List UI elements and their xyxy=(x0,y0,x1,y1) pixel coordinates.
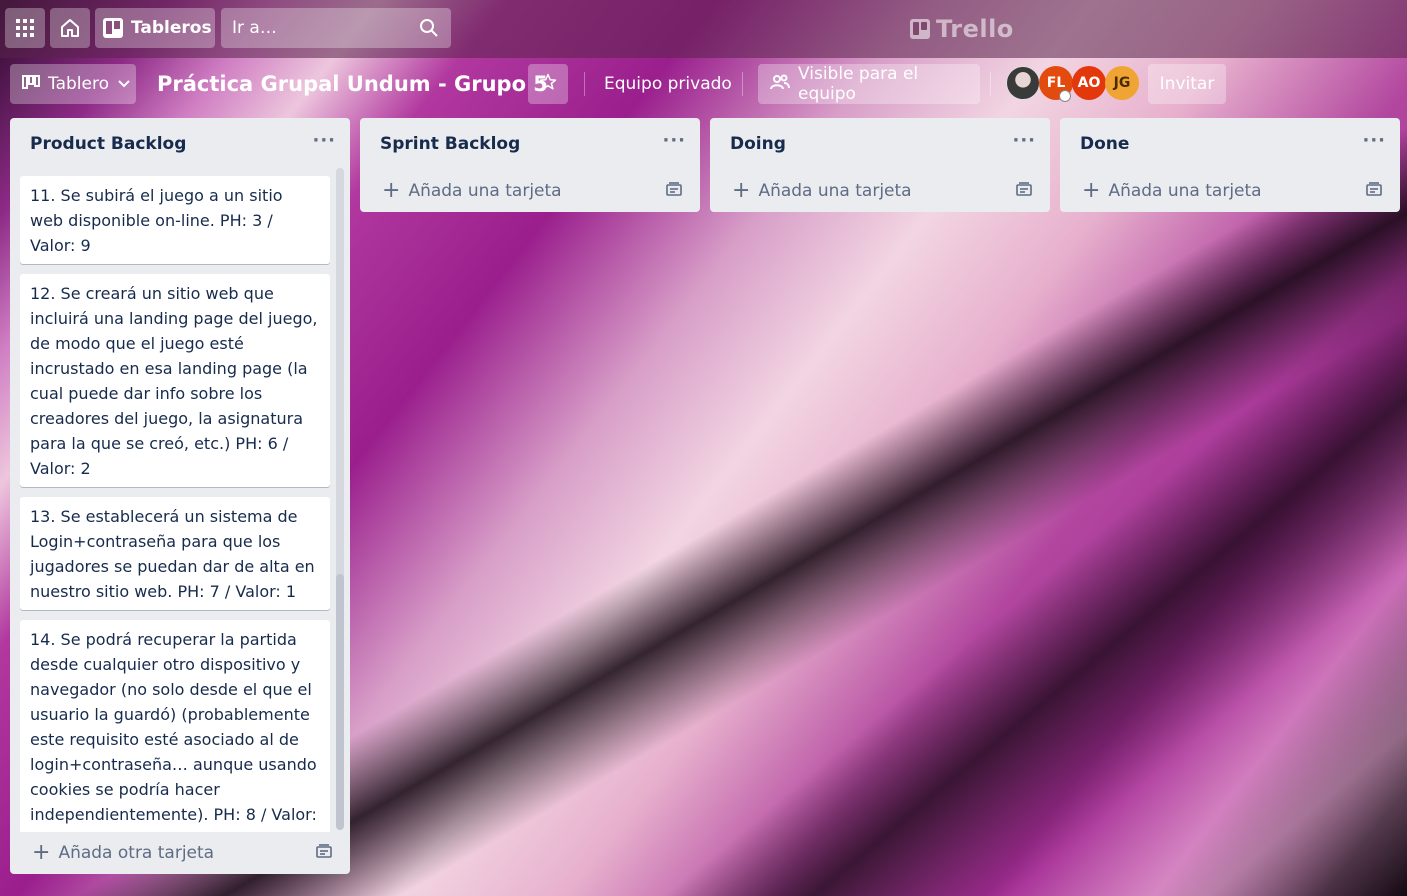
team-visibility-icon xyxy=(770,73,790,96)
team-button[interactable]: Equipo privado xyxy=(604,64,732,104)
add-card-button[interactable]: + Añada una tarjeta xyxy=(1082,180,1262,202)
card-template-icon[interactable] xyxy=(666,181,682,201)
home-icon xyxy=(60,18,80,38)
card-template-icon[interactable] xyxy=(316,843,332,863)
add-card-button[interactable]: + Añada otra tarjeta xyxy=(32,842,214,864)
list-product-backlog: Product Backlog ··· 11. Se subirá el jue… xyxy=(10,118,350,874)
list-sprint-backlog: Sprint Backlog ··· + Añada una tarjeta xyxy=(360,118,700,212)
scrollbar[interactable] xyxy=(336,168,344,830)
plus-icon: + xyxy=(1082,178,1101,203)
list-footer: + Añada una tarjeta xyxy=(360,170,700,212)
boards-button[interactable]: Tableros xyxy=(95,8,215,48)
visibility-label: Visible para el equipo xyxy=(798,64,919,104)
list-menu-button[interactable]: ··· xyxy=(1362,130,1386,151)
home-button[interactable] xyxy=(50,8,90,48)
plus-icon: + xyxy=(32,840,51,865)
search-input[interactable]: Ir a… xyxy=(221,8,451,48)
list-title[interactable]: Done xyxy=(1080,134,1129,154)
board-view-switcher[interactable]: Tablero xyxy=(10,64,136,104)
apps-button[interactable] xyxy=(5,8,45,48)
plus-icon: + xyxy=(382,178,401,203)
board-view-label: Tablero xyxy=(48,74,109,94)
board-icon xyxy=(103,18,123,38)
star-icon xyxy=(539,73,557,96)
card[interactable]: 11. Se subirá el juego a un sitio web di… xyxy=(20,176,330,264)
scrollbar-thumb[interactable] xyxy=(336,574,344,830)
list-title[interactable]: Sprint Backlog xyxy=(380,134,520,154)
card[interactable]: 12. Se creará un sitio web que incluirá … xyxy=(20,274,330,487)
list-done: Done ··· + Añada una tarjeta xyxy=(1060,118,1400,212)
card-list: 11. Se subirá el juego a un sitio web di… xyxy=(10,170,350,832)
list-doing: Doing ··· + Añada una tarjeta xyxy=(710,118,1050,212)
board-title[interactable]: Práctica Grupal Undum - Grupo 5 xyxy=(157,64,548,104)
list-footer: + Añada otra tarjeta xyxy=(10,832,350,874)
divider xyxy=(990,72,991,96)
add-card-label: Añada una tarjeta xyxy=(1108,181,1262,201)
boards-label: Tableros xyxy=(131,18,212,38)
list-title[interactable]: Doing xyxy=(730,134,786,154)
card[interactable]: 13. Se establecerá un sistema de Login+c… xyxy=(20,497,330,610)
list-menu-button[interactable]: ··· xyxy=(1012,130,1036,151)
plus-icon: + xyxy=(732,178,751,203)
chevron-down-icon xyxy=(117,74,131,94)
list-header: Doing ··· xyxy=(710,118,1050,170)
board-members: FL AO JG xyxy=(1006,66,1139,102)
list-footer: + Añada una tarjeta xyxy=(710,170,1050,212)
divider xyxy=(584,72,585,96)
add-card-label: Añada una tarjeta xyxy=(758,181,912,201)
invite-button[interactable]: Invitar xyxy=(1148,64,1226,104)
list-menu-button[interactable]: ··· xyxy=(662,130,686,151)
board-view-icon xyxy=(22,74,40,94)
list-title[interactable]: Product Backlog xyxy=(30,134,186,154)
add-card-button[interactable]: + Añada una tarjeta xyxy=(732,180,912,202)
divider xyxy=(742,72,743,96)
list-menu-button[interactable]: ··· xyxy=(312,130,336,151)
grid-icon xyxy=(16,19,34,37)
search-icon xyxy=(419,18,439,38)
trello-logo[interactable]: Trello xyxy=(910,14,1014,44)
card-template-icon[interactable] xyxy=(1366,181,1382,201)
search-placeholder: Ir a… xyxy=(232,18,277,38)
avatar[interactable]: JG xyxy=(1105,66,1139,100)
avatar[interactable]: FL xyxy=(1039,66,1073,102)
top-header: Tableros Ir a… Trello xyxy=(0,0,1407,58)
admin-badge-icon xyxy=(1059,90,1071,102)
list-footer: + Añada una tarjeta xyxy=(1060,170,1400,212)
add-card-label: Añada una tarjeta xyxy=(408,181,562,201)
trello-logo-icon xyxy=(910,19,930,39)
list-header: Done ··· xyxy=(1060,118,1400,170)
add-card-label: Añada otra tarjeta xyxy=(58,843,215,863)
list-header: Sprint Backlog ··· xyxy=(360,118,700,170)
add-card-button[interactable]: + Añada una tarjeta xyxy=(382,180,562,202)
logo-text: Trello xyxy=(936,15,1014,43)
avatar[interactable] xyxy=(1006,66,1040,100)
star-board-button[interactable] xyxy=(528,64,568,104)
card[interactable]: 14. Se podrá recuperar la partida desde … xyxy=(20,620,330,832)
visibility-button[interactable]: Visible para el equipo xyxy=(758,64,980,104)
list-header: Product Backlog ··· xyxy=(10,118,350,170)
avatar[interactable]: AO xyxy=(1072,66,1106,100)
card-template-icon[interactable] xyxy=(1016,181,1032,201)
